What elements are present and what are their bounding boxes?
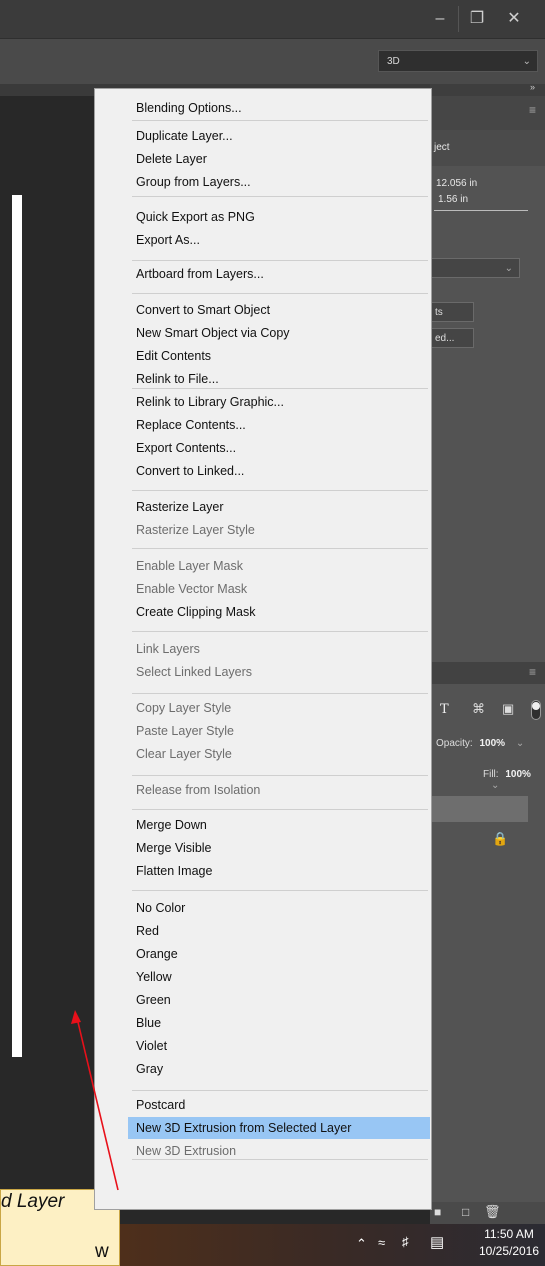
annotation-arrow (71, 1010, 119, 1191)
arrow-head (71, 1010, 81, 1024)
arrow-line (76, 1017, 119, 1191)
